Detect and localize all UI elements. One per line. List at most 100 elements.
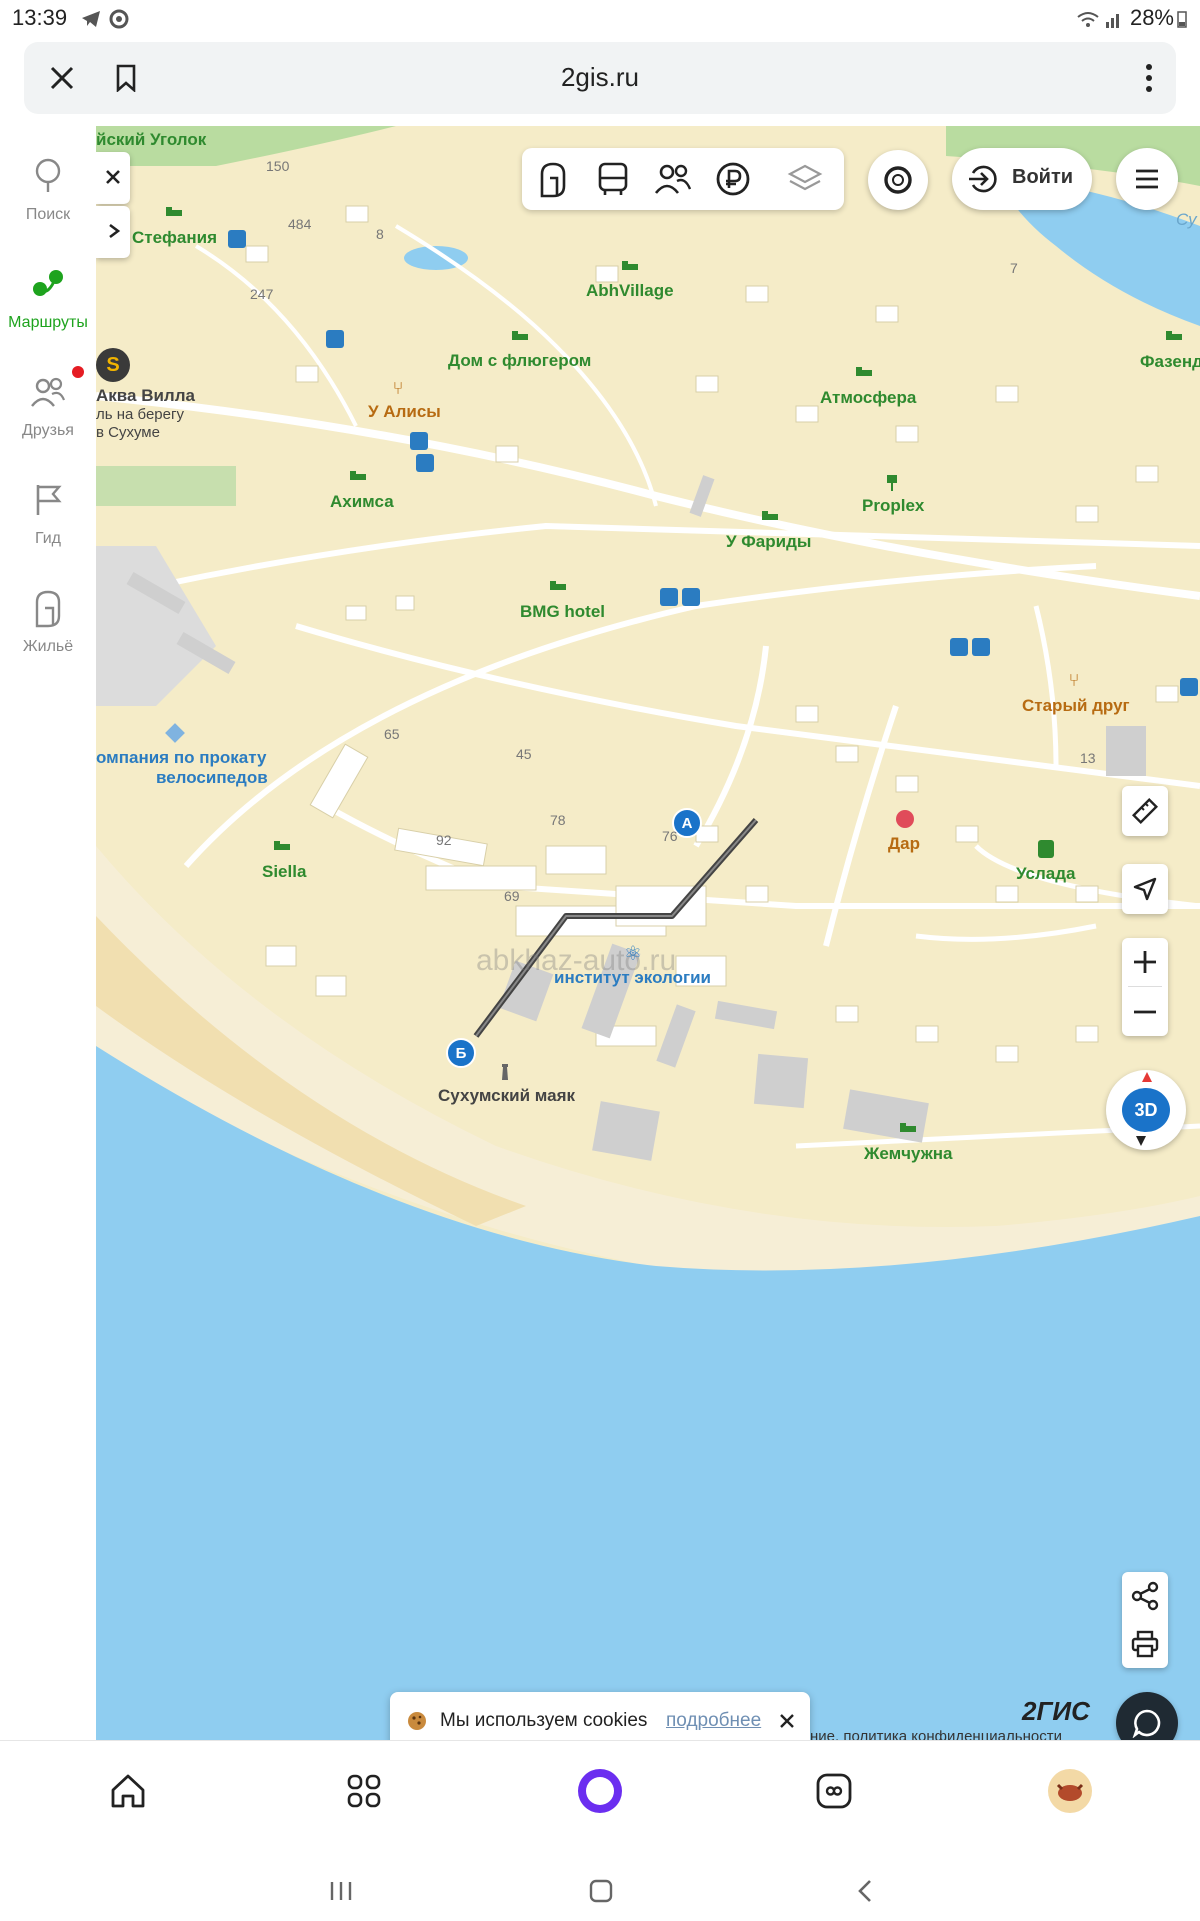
landmark-icon[interactable]: [884, 472, 900, 492]
route-end-marker[interactable]: Б: [446, 1038, 476, 1068]
ruler-button[interactable]: [1122, 786, 1168, 836]
map-canvas[interactable]: А Б abkhaz-auto.ru йский Уголок Стефания…: [96, 126, 1200, 1740]
cookie-close-icon[interactable]: [776, 1710, 798, 1732]
map-label[interactable]: Siella: [262, 862, 306, 882]
map-label[interactable]: Атмосфера: [820, 388, 916, 408]
sidebar-item-label: Маршруты: [8, 314, 88, 331]
map-label[interactable]: Старый друг: [1022, 696, 1130, 716]
map-label[interactable]: Аква Вилла: [96, 386, 195, 406]
sidebar-item-search[interactable]: Поиск: [0, 146, 96, 242]
map-label[interactable]: AbhVillage: [586, 281, 674, 301]
zoom-in-button[interactable]: [1122, 938, 1168, 986]
map-label[interactable]: BMG hotel: [520, 602, 605, 622]
menu-button[interactable]: [1116, 148, 1178, 210]
ruble-icon[interactable]: [712, 158, 754, 200]
hotel-icon[interactable]: [854, 364, 874, 380]
house-number: 45: [516, 746, 532, 762]
hotel-icon[interactable]: [164, 204, 184, 220]
bus-stop-icon[interactable]: [1180, 678, 1198, 696]
sidebar-item-label: Друзья: [22, 422, 74, 439]
url-text[interactable]: 2gis.ru: [24, 62, 1176, 93]
map-label[interactable]: институт экологии: [554, 968, 711, 988]
lighthouse-icon[interactable]: [498, 1062, 512, 1082]
map-label[interactable]: Услада: [1016, 864, 1075, 884]
share-print-control: [1122, 1572, 1168, 1668]
places-icon[interactable]: [532, 158, 574, 200]
hotel-icon[interactable]: [272, 838, 292, 854]
navigation-arrow-icon: [1130, 874, 1160, 904]
tabs-icon[interactable]: [812, 1769, 856, 1813]
bus-stop-icon[interactable]: [410, 432, 428, 450]
bus-stop-icon[interactable]: [660, 588, 678, 606]
housing-icon: [28, 586, 68, 630]
traffic-button[interactable]: [868, 150, 928, 210]
friends-layer-icon[interactable]: [652, 158, 694, 200]
map-label[interactable]: велосипедов: [156, 768, 268, 788]
hotel-icon[interactable]: [348, 468, 368, 484]
map-label[interactable]: Фазенд: [1140, 352, 1200, 372]
pharmacy-icon[interactable]: [896, 810, 914, 828]
hotel-icon[interactable]: [898, 1120, 918, 1136]
company-logo-icon[interactable]: S: [96, 348, 130, 382]
bus-stop-icon[interactable]: [682, 588, 700, 606]
chat-bubble-icon: [1131, 1707, 1163, 1739]
system-back-icon[interactable]: [850, 1877, 880, 1905]
share-icon[interactable]: [1122, 1572, 1168, 1620]
zoom-divider: [1128, 986, 1162, 987]
hotel-icon[interactable]: [548, 578, 568, 594]
apps-grid-icon[interactable]: [342, 1769, 386, 1813]
sidebar-item-guide[interactable]: Гид: [0, 470, 96, 566]
more-menu-icon[interactable]: [1134, 58, 1164, 98]
shop-icon[interactable]: [1038, 840, 1054, 858]
home-icon[interactable]: [106, 1769, 150, 1813]
panel-expand-button[interactable]: [96, 206, 130, 258]
sidebar-item-friends[interactable]: Друзья: [0, 362, 96, 458]
sync-icon: [108, 8, 130, 30]
layers-icon[interactable]: [784, 158, 826, 200]
zoom-control: [1122, 938, 1168, 1036]
bus-stop-icon[interactable]: [326, 330, 344, 348]
hotel-icon[interactable]: [510, 328, 530, 344]
map-label[interactable]: Дом с флюгером: [448, 351, 591, 371]
bus-stop-icon[interactable]: [416, 454, 434, 472]
science-icon[interactable]: ⚛: [622, 942, 644, 965]
alice-assistant-icon[interactable]: [574, 1765, 626, 1817]
restaurant-icon[interactable]: ⑂: [390, 378, 406, 398]
cookie-text: Мы используем cookies: [440, 1710, 648, 1731]
map-label[interactable]: Дар: [888, 834, 920, 854]
bus-icon[interactable]: [592, 158, 634, 200]
map-label[interactable]: Ахимса: [330, 492, 394, 512]
compass-3d-button[interactable]: 3D: [1106, 1070, 1186, 1150]
bus-stop-icon[interactable]: [950, 638, 968, 656]
bus-stop-icon[interactable]: [972, 638, 990, 656]
login-button[interactable]: Войти: [952, 148, 1092, 210]
hotel-icon[interactable]: [760, 508, 780, 524]
map-label[interactable]: Жемчужна: [864, 1144, 952, 1164]
map-label[interactable]: У Фариды: [726, 532, 811, 552]
bus-stop-icon[interactable]: [228, 230, 246, 248]
map-label[interactable]: Proplex: [862, 496, 924, 516]
cookie-more-link[interactable]: подробнее: [666, 1710, 761, 1732]
map-label[interactable]: йский Уголок: [96, 130, 206, 150]
panel-close-button[interactable]: [96, 152, 130, 204]
brand-logo[interactable]: 2ГИС: [1022, 1696, 1090, 1727]
zoom-out-button[interactable]: [1122, 988, 1168, 1036]
print-icon[interactable]: [1122, 1620, 1168, 1668]
map-label[interactable]: омпания по прокату: [96, 748, 266, 768]
hotel-icon[interactable]: [1164, 328, 1184, 344]
my-location-button[interactable]: [1122, 864, 1168, 914]
map-label[interactable]: Стефания: [132, 228, 217, 248]
battery-level: 28%: [1129, 5, 1174, 30]
browser-bottom-nav: [0, 1740, 1200, 1921]
sidebar-item-routes[interactable]: Маршруты: [0, 254, 96, 350]
hotel-icon[interactable]: [620, 258, 640, 274]
map-label[interactable]: У Алисы: [368, 402, 441, 422]
map-label[interactable]: Сухумский маяк: [438, 1086, 575, 1106]
sidebar-item-housing[interactable]: Жильё: [0, 578, 96, 674]
status-bar: 13:39 28%: [0, 0, 1200, 38]
recent-apps-icon[interactable]: [326, 1877, 356, 1905]
traffic-icon: [882, 164, 914, 196]
system-home-icon[interactable]: [586, 1877, 616, 1905]
restaurant-icon[interactable]: ⑂: [1066, 670, 1082, 690]
profile-avatar[interactable]: [1048, 1769, 1092, 1813]
